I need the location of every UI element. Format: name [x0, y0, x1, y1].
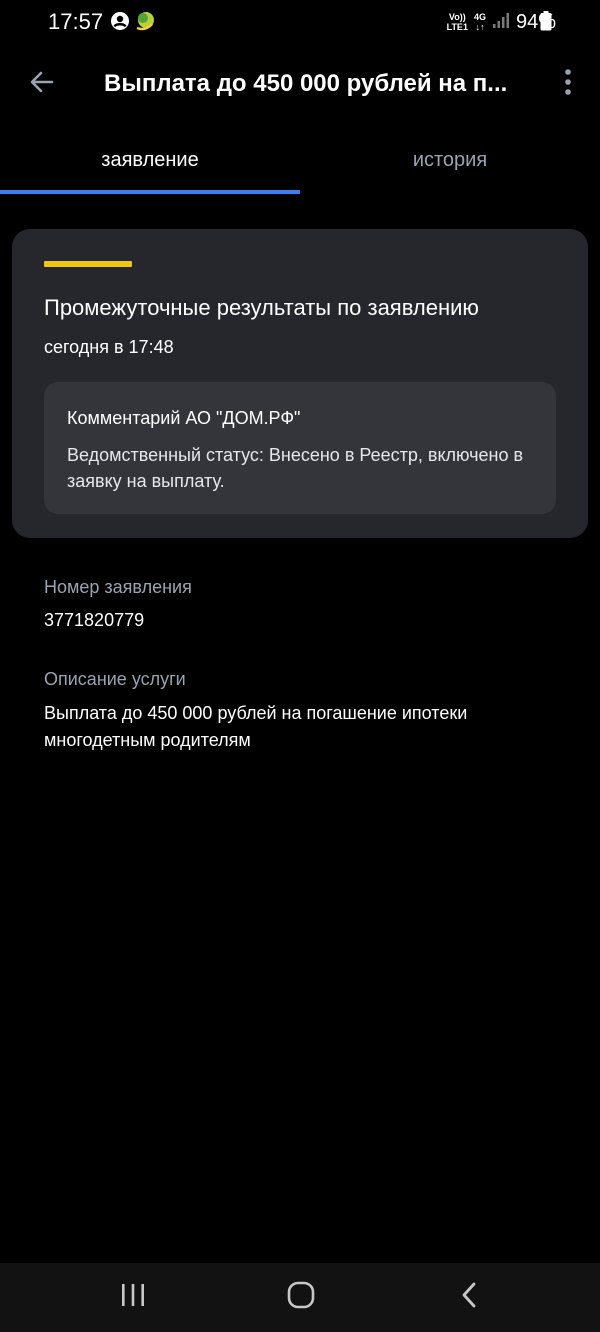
volte-label: Vo)): [448, 12, 466, 22]
tab-active-indicator: [0, 190, 300, 194]
system-back-button[interactable]: [449, 1279, 489, 1315]
home-button[interactable]: [281, 1279, 321, 1315]
arrow-left-icon: [28, 68, 56, 101]
result-card: Промежуточные результаты по заявлению се…: [12, 229, 588, 538]
app-bar: Выплата до 450 000 рублей на п...: [0, 44, 600, 124]
status-bar: 17:57 Vo)) LTE1 4G ↓↑ 94%: [0, 0, 600, 44]
accent-stripe: [44, 261, 132, 267]
tab-history-label: история: [412, 148, 488, 171]
application-number-value: 3771820779: [44, 610, 145, 630]
comment-text: Ведомственный статус: Внесено в Реестр, …: [67, 445, 524, 491]
more-options-button[interactable]: [552, 64, 584, 104]
back-button[interactable]: [22, 64, 62, 104]
more-vertical-icon: [564, 68, 572, 101]
network-type-indicator: 4G ↓↑: [474, 12, 486, 32]
recent-apps-button[interactable]: [113, 1279, 153, 1315]
tab-application-label: заявление: [101, 148, 199, 171]
battery-icon: [540, 11, 552, 36]
service-description-value: Выплата до 450 000 рублей на погашение и…: [44, 703, 468, 750]
comment-box: Комментарий АО "ДОМ.РФ" Ведомственный ст…: [44, 382, 556, 514]
comment-title: Комментарий АО "ДОМ.РФ": [67, 408, 301, 428]
page-title: Выплата до 450 000 рублей на п...: [104, 70, 508, 97]
home-icon: [286, 1280, 316, 1315]
system-nav-bar: [0, 1263, 600, 1332]
tab-bar: заявление история: [0, 126, 600, 194]
lte-label: LTE1: [446, 22, 468, 32]
status-left-icons: [110, 10, 156, 37]
tab-history[interactable]: история: [300, 126, 600, 194]
recent-apps-icon: [119, 1282, 147, 1313]
result-card-time: сегодня в 17:48: [44, 337, 174, 357]
result-card-title: Промежуточные результаты по заявлению: [44, 295, 479, 320]
status-time: 17:57: [48, 9, 104, 34]
network-indicator: Vo)) LTE1: [447, 12, 468, 32]
service-description-label: Описание услуги: [44, 669, 186, 689]
network-type-label: 4G: [473, 12, 486, 22]
application-number-label: Номер заявления: [44, 577, 192, 597]
tab-application[interactable]: заявление: [0, 126, 300, 194]
signal-icon: [492, 11, 510, 34]
back-icon: [458, 1281, 480, 1314]
app-notification-icon: [134, 10, 156, 37]
user-circle-icon: [110, 11, 130, 36]
data-arrows-icon: ↓↑: [475, 22, 485, 32]
